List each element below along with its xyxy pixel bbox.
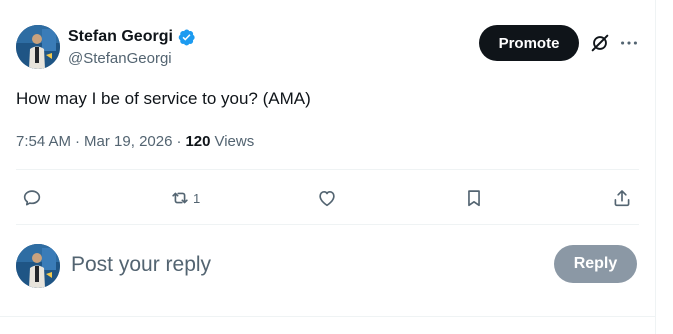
retweet-count: 1 bbox=[193, 190, 201, 206]
verified-badge-icon[interactable] bbox=[177, 28, 196, 47]
reply-button[interactable]: Reply bbox=[554, 245, 637, 283]
reply-bubble-icon bbox=[23, 190, 41, 206]
avatar-image bbox=[16, 244, 60, 288]
tweet-time[interactable]: 7:54 AM bbox=[16, 133, 71, 150]
heart-icon bbox=[319, 191, 335, 207]
tweet-meta: 7:54 AM · Mar 19, 2026 · 120 Views bbox=[16, 131, 254, 151]
tweet-text: How may I be of service to you? (AMA) bbox=[16, 89, 311, 108]
bookmark-action[interactable] bbox=[463, 186, 485, 210]
promote-button[interactable]: Promote bbox=[479, 25, 579, 61]
grok-slash-icon[interactable] bbox=[589, 32, 611, 54]
like-action[interactable] bbox=[316, 186, 338, 210]
views-count: 120 bbox=[185, 132, 211, 150]
retweet-icon bbox=[172, 192, 188, 204]
divider-bottom bbox=[16, 224, 639, 225]
meta-separator: · bbox=[176, 132, 182, 150]
author-handle[interactable]: @StefanGeorgi bbox=[68, 50, 172, 67]
composer-avatar[interactable] bbox=[16, 244, 60, 288]
views-label: Views bbox=[214, 132, 255, 150]
tweet-date[interactable]: Mar 19, 2026 bbox=[84, 133, 172, 150]
share-action[interactable] bbox=[611, 186, 633, 210]
reply-input[interactable]: Post your reply bbox=[71, 253, 211, 277]
meta-separator: · bbox=[75, 132, 81, 150]
retweet-action[interactable]: 1 bbox=[169, 186, 200, 210]
timeline-right-border bbox=[655, 0, 656, 334]
divider-top bbox=[16, 169, 639, 170]
avatar-image bbox=[16, 25, 60, 69]
author-avatar[interactable] bbox=[16, 25, 60, 69]
more-dots-icon[interactable] bbox=[618, 32, 640, 54]
timeline-bottom-border bbox=[0, 316, 656, 317]
reply-action[interactable] bbox=[21, 186, 43, 210]
author-display-name[interactable]: Stefan Georgi bbox=[68, 28, 173, 46]
bookmark-icon bbox=[468, 190, 480, 207]
author-name-row[interactable]: Stefan Georgi bbox=[68, 26, 196, 48]
share-upload-icon bbox=[614, 190, 630, 207]
